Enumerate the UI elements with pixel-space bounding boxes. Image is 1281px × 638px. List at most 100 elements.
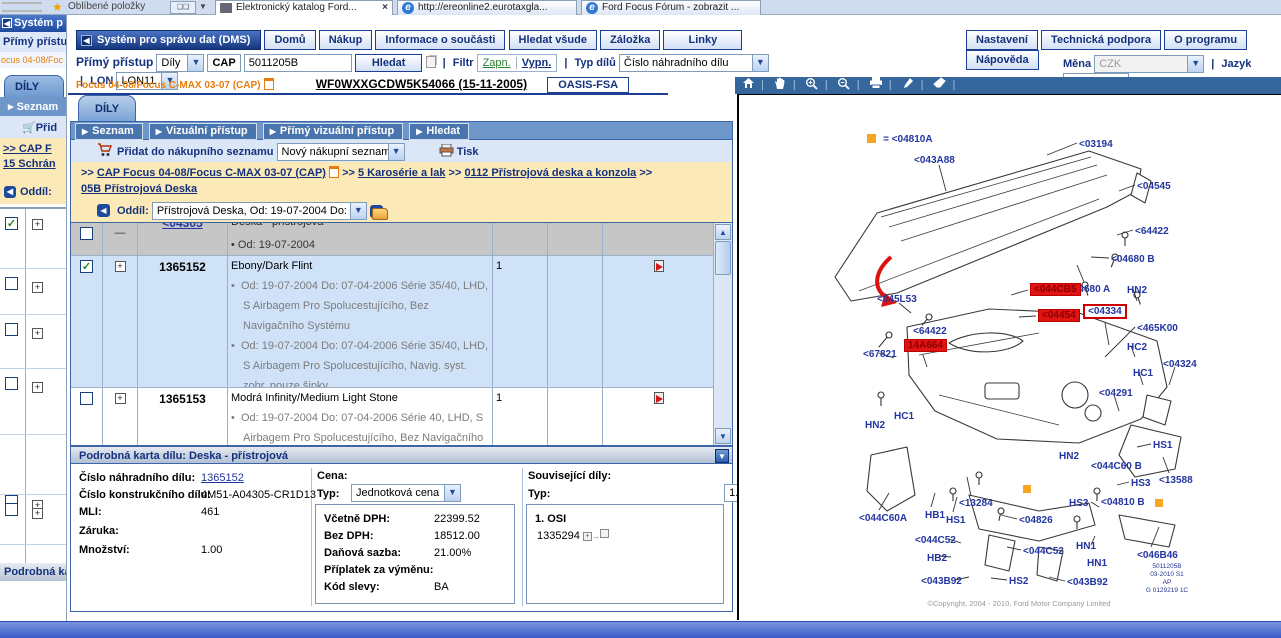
print-icon[interactable] [863, 77, 889, 95]
diagram-part-label[interactable]: HN2 [865, 420, 885, 431]
expand-icon[interactable]: + [583, 532, 592, 541]
diagram-part-label[interactable]: HS3 [1131, 478, 1150, 489]
diagram-part-label[interactable]: HC1 [894, 411, 914, 422]
breadcrumb-link-group[interactable]: 5 Karosérie a lak [358, 167, 445, 179]
nav-settings[interactable]: Nastavení [966, 30, 1038, 50]
browser-tab-active[interactable]: Elektronický katalog Ford... × [215, 0, 393, 15]
diagram-part-label[interactable]: <045L53 [877, 294, 917, 305]
filter-off-link[interactable]: Vypn. [517, 57, 557, 69]
part-search-input[interactable]: 5011205B [244, 54, 352, 72]
bg-table-row[interactable]: + [0, 269, 67, 315]
diagram-part-label[interactable]: 14A664 [904, 339, 947, 352]
nav-help[interactable]: Nápověda [966, 50, 1039, 70]
search-button[interactable]: Hledat [355, 54, 423, 72]
part-number-link[interactable]: <04305 [162, 223, 202, 230]
row-checkbox-checked[interactable]: ✓ [80, 260, 93, 273]
prev-section-button[interactable]: ◀ [97, 204, 110, 217]
part-type-select[interactable]: Číslo náhradního dílu▼ [619, 54, 769, 72]
diagram-view[interactable]: = <04810A <043A88<03194<04545<64422<0468… [737, 94, 1281, 620]
diagram-part-label[interactable]: <043B92 [1067, 577, 1108, 588]
related-part-row[interactable]: 1335294 +→ [537, 529, 609, 542]
diagram-part-label[interactable]: <04545 [1137, 181, 1171, 192]
goto-icon[interactable] [600, 529, 609, 538]
diagram-part-label[interactable]: <64422 [913, 326, 947, 337]
bg-add-to-list[interactable]: 🛒Přid [0, 116, 67, 138]
collapse-detail-icon[interactable]: ▼ [715, 449, 729, 463]
nav-links[interactable]: Linky [663, 30, 742, 50]
diagram-part-label[interactable]: <04454 [1038, 309, 1080, 322]
browser-tab-2[interactable]: e http://ereonline2.eurotaxgla... [397, 0, 577, 15]
diagram-part-label[interactable]: <043B92 [921, 576, 962, 587]
subnav-hledat[interactable]: ▶Hledat [409, 123, 469, 140]
diagram-part-label[interactable]: <465K00 [1137, 323, 1178, 334]
dily-tab[interactable]: DÍLY [78, 95, 136, 121]
diagram-part-label[interactable]: <044CB5 [1030, 283, 1081, 296]
table-row-selected[interactable]: ✓ + 1365152 Ebony/Dark Flint • Od: 19-07… [71, 256, 714, 388]
section-select[interactable]: Přístrojová Deska, Od: 19-07-2004 Do: 15… [152, 202, 367, 220]
part-note-icon[interactable] [654, 260, 664, 272]
diagram-part-label[interactable]: HB2 [927, 553, 947, 564]
oasis-fsa-button[interactable]: OASIS-FSA [547, 77, 629, 93]
favorites-label[interactable]: Oblíbené položky [68, 1, 145, 12]
filter-on-link[interactable]: Zapn. [478, 57, 517, 69]
vin-link[interactable]: WF0WXXGCDW5K54066 (15-11-2005) [316, 77, 527, 91]
vehicle-doc-icon[interactable] [264, 78, 274, 90]
diagram-part-label[interactable]: HB1 [925, 510, 945, 521]
dms-system-button[interactable]: ◀Systém pro správu dat (DMS) [76, 30, 261, 50]
diagram-part-label[interactable]: HC2 [1127, 342, 1147, 353]
nav-home[interactable]: Domů [264, 30, 315, 50]
breadcrumb-link-section[interactable]: 0112 Přístrojová deska a konzola [464, 167, 636, 179]
diagram-part-label[interactable]: <04291 [1099, 388, 1133, 399]
scroll-up-icon[interactable]: ▲ [715, 224, 731, 240]
diagram-part-label[interactable]: <13588 [1159, 475, 1193, 486]
quick-tabs-button[interactable]: ❑❑ [170, 1, 196, 14]
print-label[interactable]: Tisk [457, 146, 479, 158]
diagram-part-label[interactable]: <046B46 [1137, 550, 1178, 561]
diagram-part-label[interactable]: HN1 [1076, 541, 1096, 552]
table-row[interactable]: + 1365153 Modrá Infinity/Medium Light St… [71, 388, 714, 446]
bg-dily-tab[interactable]: DÍLY [4, 75, 64, 97]
nav-part-info[interactable]: Informace o součásti [375, 30, 505, 50]
bg-table-row[interactable]: + [0, 495, 67, 545]
nav-purchase[interactable]: Nákup [319, 30, 373, 50]
diagram-part-label[interactable]: <044C52 [915, 535, 956, 546]
row-expander[interactable]: — [103, 223, 138, 255]
diagram-part-label[interactable]: <043A88 [914, 155, 955, 166]
breadcrumb-link-vehicle[interactable]: CAP Focus 04-08/Focus C-MAX 03-07 (CAP) [97, 167, 326, 179]
scroll-down-icon[interactable]: ▼ [715, 428, 731, 444]
part-note-icon[interactable] [654, 392, 664, 404]
bg-table-row[interactable]: + [0, 315, 67, 369]
nav-tech-support[interactable]: Technická podpora [1041, 30, 1161, 50]
diagram-part-label[interactable]: <13284 [959, 498, 993, 509]
breadcrumb-link-subsection[interactable]: 05B Přístrojová Deska [81, 183, 197, 195]
diagram-part-label[interactable]: <04826 [1019, 515, 1053, 526]
scroll-thumb[interactable] [715, 241, 731, 275]
row-checkbox[interactable] [80, 392, 93, 405]
diagram-part-label[interactable]: HN2 [1059, 451, 1079, 462]
diagram-part-label[interactable]: <67821 [863, 349, 897, 360]
add-to-list-label[interactable]: Přidat do nákupního seznamu [117, 146, 273, 158]
bg-table-row[interactable]: + [0, 369, 67, 435]
cart-icon[interactable] [97, 143, 113, 157]
row-expander[interactable]: + [115, 393, 126, 404]
doc-icon[interactable] [329, 166, 339, 178]
home-icon[interactable] [735, 77, 761, 95]
table-row-group[interactable]: — <04305 Deska - přístrojová • Od: 19-07… [71, 223, 714, 256]
diagram-part-label[interactable]: <04810 B [1101, 497, 1145, 508]
copy-icon[interactable] [426, 56, 436, 68]
diagram-part-label[interactable]: <044C60 B [1091, 461, 1142, 472]
diagram-part-label[interactable]: <04680 B [1111, 254, 1155, 265]
table-scrollbar[interactable]: ▲ ▼ [713, 223, 732, 445]
nav-about[interactable]: O programu [1164, 30, 1247, 50]
part-number-link[interactable]: 1365152 [201, 472, 244, 484]
shopping-list-select[interactable]: Nový nákupní seznam▼ [277, 143, 405, 161]
diagram-part-label[interactable]: <044C52 [1023, 546, 1064, 557]
access-type-select[interactable]: Díly▼ [156, 54, 204, 72]
diagram-part-label[interactable]: HS1 [1153, 440, 1172, 451]
subnav-seznam[interactable]: ▶Seznam [75, 123, 143, 140]
price-type-select[interactable]: Jednotková cena▼ [351, 484, 461, 502]
part-number[interactable]: 1365153 [138, 388, 228, 446]
diagram-part-label[interactable]: HN1 [1087, 558, 1107, 569]
bg-table-row[interactable]: + [0, 435, 67, 495]
tab-close-icon[interactable]: × [382, 2, 388, 13]
